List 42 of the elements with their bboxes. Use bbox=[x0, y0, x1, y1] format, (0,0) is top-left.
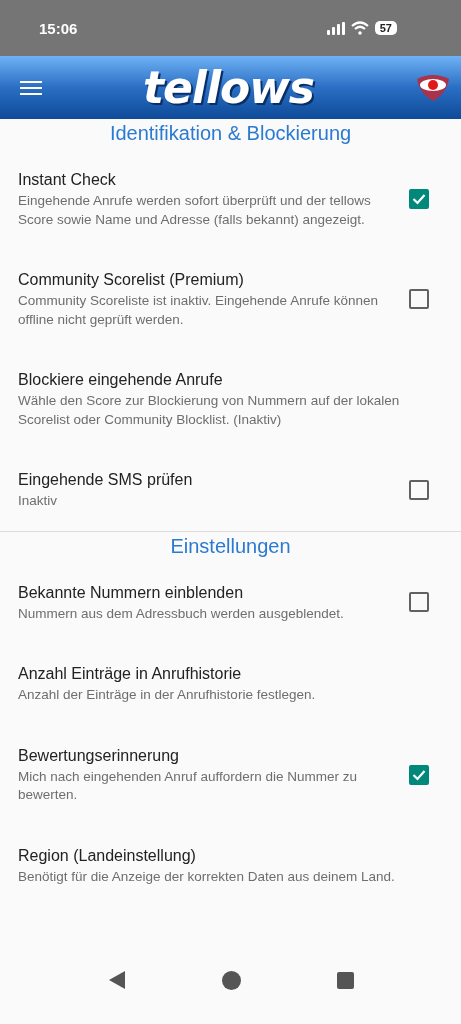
recents-icon[interactable] bbox=[336, 971, 354, 989]
wifi-icon bbox=[350, 21, 369, 35]
setting-summary: Nummern aus dem Adressbuch werden ausgeblendet. bbox=[18, 604, 345, 623]
checkbox[interactable] bbox=[409, 289, 429, 309]
checkbox[interactable] bbox=[409, 764, 429, 785]
checkbox[interactable] bbox=[409, 592, 429, 613]
setting-summary: Wähle den Score zur Blockierung von Nummern auf der lokalen Scorelist oder Community Blocklist. (Inaktiv) bbox=[18, 392, 401, 429]
app-logo: tellows bbox=[142, 65, 315, 110]
settings-item[interactable]: Community Scorelist (Premium) Community Scoreliste ist inaktiv. Eingehende Anrufe können offline nicht geprüft werden. bbox=[0, 249, 461, 349]
section-header: Einstellungen bbox=[169, 533, 292, 559]
setting-summary: Community Scoreliste ist inaktiv. Eingehende Anrufe können offline nicht geprüft werden. bbox=[18, 292, 379, 329]
menu-button[interactable] bbox=[20, 79, 42, 96]
setting-summary: Inaktiv bbox=[18, 492, 59, 510]
setting-summary: Mich nach eingehenden Anruf auffordern die Nummer zu bewerten. bbox=[18, 767, 358, 804]
settings-item[interactable]: Bewertungserinnerung Mich nach eingehenden Anruf auffordern die Nummer zu bewerten. bbox=[0, 724, 461, 825]
settings-item[interactable]: Anzahl Einträge in Anrufhistorie Anzahl der Einträge in der Anrufhistorie festlegen. bbox=[0, 643, 461, 725]
setting-summary: Anzahl der Einträge in der Anrufhistorie festlegen. bbox=[18, 686, 317, 704]
checkbox[interactable] bbox=[409, 189, 429, 209]
settings-item[interactable]: Region (Landeinstellung) Benötigt für die Anzeige der korrekten Daten aus deinem Land. bbox=[0, 824, 461, 906]
settings-item[interactable]: Bekannte Nummern einblenden Nummern aus dem Adressbuch werden ausgeblendet. bbox=[0, 561, 461, 643]
eye-shield-icon[interactable] bbox=[415, 72, 451, 103]
setting-title: Region (Landeinstellung) bbox=[18, 845, 197, 866]
setting-title: Blockiere eingehende Anrufe bbox=[18, 370, 224, 390]
settings-item[interactable]: Instant Check Eingehende Anrufe werden sofort überprüft und der tellows Score sowie Name und Adresse (falls bekannt) angezeigt. bbox=[0, 149, 461, 249]
setting-title: Bekannte Nummern einblenden bbox=[18, 582, 245, 603]
setting-title: Bewertungserinnerung bbox=[18, 745, 180, 766]
setting-title: Instant Check bbox=[18, 170, 117, 190]
section-header: Identifikation & Blockierung bbox=[108, 121, 353, 146]
setting-summary: Benötigt für die Anzeige der korrekten Daten aus deinem Land. bbox=[18, 867, 396, 886]
clock-time: 15:06 bbox=[39, 19, 78, 37]
setting-summary: Eingehende Anrufe werden sofort überprüft und der tellows Score sowie Name und Adresse (falls bekannt) angezeigt. bbox=[18, 192, 372, 229]
setting-title: Anzahl Einträge in Anrufhistorie bbox=[18, 664, 243, 684]
checkbox[interactable] bbox=[409, 479, 429, 500]
menu-icon bbox=[20, 79, 42, 96]
signal-icon bbox=[326, 21, 345, 35]
battery-level: 57 bbox=[374, 21, 397, 35]
settings-item[interactable]: Eingehende SMS prüfen Inaktiv bbox=[0, 449, 461, 531]
settings-item[interactable]: Blockiere eingehende Anrufe Wähle den Score zur Blockierung von Nummern auf der lokalen Scorelist oder Community Blocklist. (Inaktiv) bbox=[0, 349, 461, 449]
setting-title: Eingehende SMS prüfen bbox=[18, 470, 194, 490]
setting-title: Community Scorelist (Premium) bbox=[18, 270, 245, 290]
back-icon[interactable] bbox=[107, 970, 126, 990]
home-icon[interactable] bbox=[221, 970, 241, 990]
